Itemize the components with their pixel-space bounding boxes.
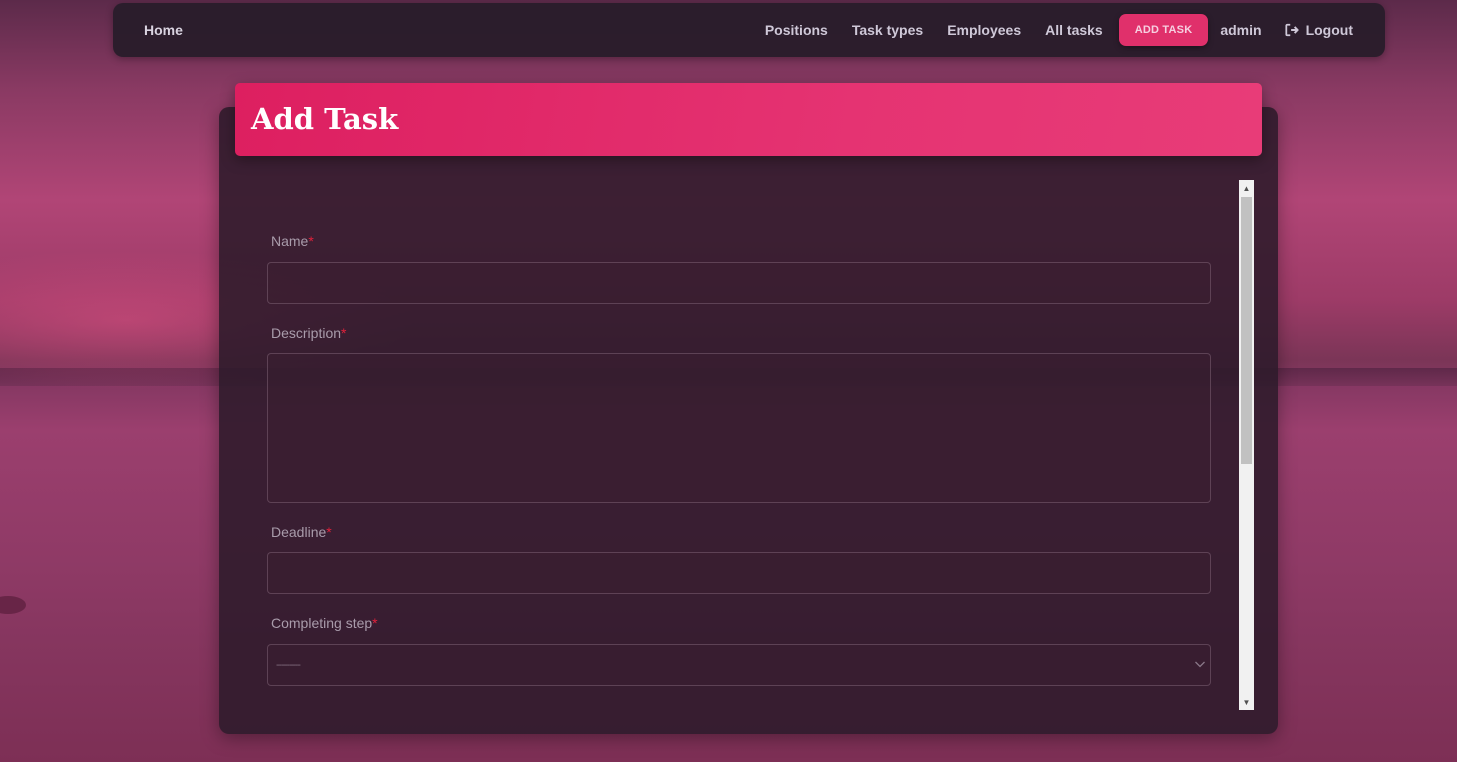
logout-link[interactable]: Logout — [1285, 22, 1353, 38]
deadline-input[interactable] — [267, 552, 1211, 594]
form-scrollbar[interactable]: ▲ ▼ — [1239, 180, 1254, 710]
logout-label: Logout — [1305, 22, 1353, 38]
name-label: Name* — [271, 233, 314, 249]
completing-step-label-text: Completing step — [271, 615, 373, 631]
required-mark: * — [308, 233, 314, 249]
completing-step-select[interactable]: --------- — [267, 644, 1211, 686]
deadline-label-text: Deadline — [271, 524, 327, 540]
required-mark: * — [341, 325, 347, 341]
description-label-text: Description — [271, 325, 342, 341]
scrollbar-thumb[interactable] — [1241, 197, 1252, 464]
nav-link-positions[interactable]: Positions — [765, 22, 828, 38]
arrow-down-icon[interactable]: ▼ — [1239, 694, 1254, 710]
description-label: Description* — [271, 325, 346, 341]
nav-link-task-types[interactable]: Task types — [852, 22, 923, 38]
arrow-up-icon[interactable]: ▲ — [1239, 180, 1254, 196]
add-task-button[interactable]: ADD TASK — [1118, 14, 1209, 46]
logout-icon — [1285, 23, 1299, 37]
name-label-text: Name — [271, 233, 309, 249]
deadline-label: Deadline* — [271, 524, 332, 540]
required-mark: * — [326, 524, 332, 540]
completing-step-label: Completing step* — [271, 615, 378, 631]
completing-step-selected: --------- — [276, 659, 301, 671]
form-scroll-frame: Name* Description* Deadline* Completing … — [248, 180, 1254, 710]
chevron-down-icon — [1195, 661, 1205, 668]
background-rock — [0, 596, 26, 614]
required-mark: * — [372, 615, 378, 631]
next-field-label-partial — [271, 707, 331, 710]
nav-right-group: Positions Task types Employees All tasks… — [765, 3, 1353, 57]
card-header: Add Task — [235, 83, 1262, 156]
page-title: Add Task — [251, 102, 399, 136]
nav-link-all-tasks[interactable]: All tasks — [1045, 22, 1103, 38]
name-input[interactable] — [267, 262, 1211, 304]
navbar: Home Positions Task types Employees All … — [113, 3, 1385, 57]
nav-link-employees[interactable]: Employees — [947, 22, 1021, 38]
nav-user-admin[interactable]: admin — [1220, 22, 1261, 38]
nav-home-link[interactable]: Home — [144, 3, 183, 57]
description-textarea[interactable] — [267, 353, 1211, 503]
